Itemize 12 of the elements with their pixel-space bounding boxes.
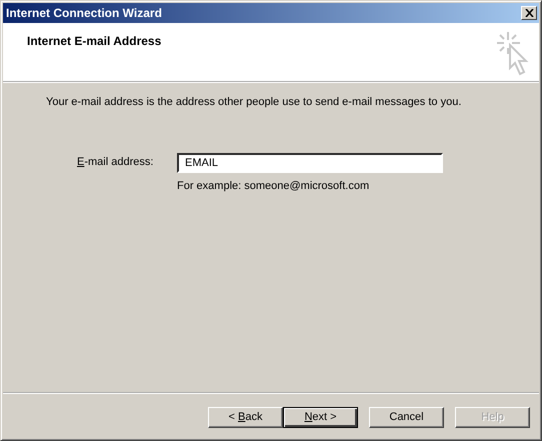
sparkle-cursor-icon [495, 30, 531, 78]
page-heading: Internet E-mail Address [27, 34, 162, 50]
intro-text: Your e-mail address is the address other people use to send e-mail messages to you. [46, 96, 462, 108]
wizard-button[interactable]: < Back [208, 406, 283, 428]
wizard-button[interactable]: Cancel [369, 406, 444, 428]
window-title: Internet Connection Wizard [6, 6, 162, 20]
example-text: For example: someone@microsoft.com [177, 180, 370, 192]
email-label: E-mail address: [76, 156, 154, 170]
email-field[interactable]: EMAIL [177, 153, 443, 173]
close-button[interactable] [521, 6, 537, 20]
close-icon [524, 9, 534, 17]
wizard-button[interactable]: Next > [283, 406, 358, 428]
